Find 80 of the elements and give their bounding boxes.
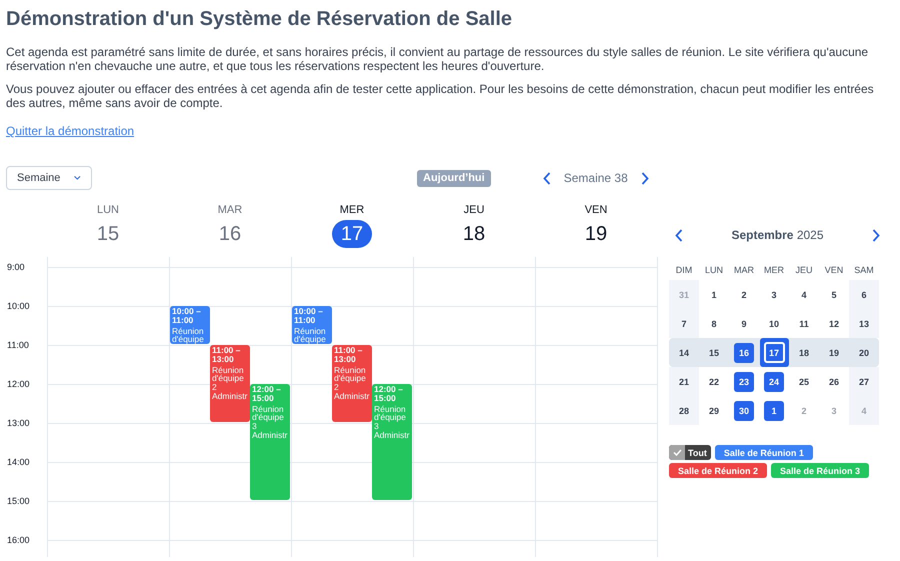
hour-label: 11:00: [7, 340, 29, 350]
calendar-day[interactable]: 20: [854, 342, 874, 362]
calendar-week-row[interactable]: 7 8 9 10 11 12 13: [669, 309, 879, 338]
event-block[interactable]: 11:00 – 13:00 Réunion d'équipe 2 Administr: [332, 345, 372, 422]
hour-label: 9:00: [7, 262, 25, 272]
check-icon: [672, 449, 682, 456]
calendar-day[interactable]: 3: [764, 284, 784, 304]
calendar-day[interactable]: 22: [704, 372, 724, 392]
calendar-day[interactable]: 17: [760, 338, 788, 367]
calendar-day[interactable]: 18: [794, 342, 814, 362]
calendar-day[interactable]: 4: [794, 284, 814, 304]
view-dropdown[interactable]: Semaine: [6, 166, 92, 190]
month-title: Septembre 2025: [731, 228, 824, 242]
event-block[interactable]: 10:00 – 11:00 Réunion d'équipe: [292, 306, 332, 344]
calendar-day[interactable]: 9: [734, 314, 754, 334]
calendar-day[interactable]: 24: [764, 372, 784, 392]
room-filter-chip[interactable]: Salle de Réunion 2: [669, 463, 768, 478]
calendar-day[interactable]: 5: [824, 284, 844, 304]
hour-label: 15:00: [7, 496, 30, 506]
calendar-day[interactable]: 19: [824, 342, 844, 362]
description-paragraph: Cet agenda est paramétré sans limite de durée, et sans horaires précis, il convient au partage de ressources du style salles de réunion. Le site vérifiera qu'aucune réservation n'en chevauche une autre, et que tous les réservations respectent les heures d'ouverture.: [6, 45, 870, 73]
event-block[interactable]: 10:00 – 11:00 Réunion d'équipe: [170, 306, 210, 344]
chevron-left-icon: [542, 172, 551, 184]
calendar-day[interactable]: 10: [764, 314, 784, 334]
event-block[interactable]: 11:00 – 13:00 Réunion d'équipe 2 Administr: [210, 345, 250, 422]
weekday-label: MAR: [733, 265, 755, 275]
all-filter-toggle[interactable]: Tout: [669, 445, 711, 460]
calendar-week-row[interactable]: 28 29 30 1 2 3 4: [669, 396, 879, 425]
hour-label: 13:00: [7, 418, 30, 428]
calendar-day[interactable]: 2: [734, 284, 754, 304]
weekday-label: MAR: [218, 204, 242, 216]
calendar-day[interactable]: 8: [704, 314, 724, 334]
day-number[interactable]: 16: [210, 220, 250, 248]
quit-demo-link[interactable]: Quitter la démonstration: [6, 124, 134, 138]
calendar-day[interactable]: 23: [734, 372, 754, 392]
week-label: Semaine 38: [564, 171, 628, 185]
weekday-label: LUN: [704, 265, 724, 275]
weekday-label: MER: [763, 265, 785, 275]
calendar-day[interactable]: 30: [734, 400, 754, 420]
hour-label: 14:00: [7, 457, 30, 467]
calendar-week-row[interactable]: 14 15 16 17 18 19 20: [669, 338, 879, 367]
chevron-down-icon: [74, 174, 81, 182]
chevron-left-icon: [675, 228, 683, 242]
previous-month-button[interactable]: [675, 228, 683, 242]
calendar-day[interactable]: 11: [794, 314, 814, 334]
calendar-day[interactable]: 1: [704, 284, 724, 304]
calendar-day[interactable]: 25: [794, 372, 814, 392]
day-number[interactable]: 19: [576, 220, 616, 248]
calendar-day[interactable]: 29: [704, 400, 724, 420]
chevron-right-icon: [640, 172, 649, 184]
page-title: Démonstration d'un Système de Réservation de Salle: [6, 8, 514, 31]
day-number[interactable]: 18: [454, 220, 494, 248]
room-filter-chip[interactable]: Salle de Réunion 1: [714, 445, 813, 460]
hour-label: 16:00: [7, 535, 30, 545]
next-week-button[interactable]: [640, 172, 649, 184]
checkbox[interactable]: [669, 445, 685, 460]
weekday-label: DIM: [674, 265, 694, 275]
previous-week-button[interactable]: [542, 172, 551, 184]
calendar-week-row[interactable]: 21 22 23 24 25 26 27: [669, 367, 879, 396]
weekday-label: JEU: [464, 204, 484, 216]
next-month-button[interactable]: [872, 228, 880, 242]
calendar-day[interactable]: 1: [764, 400, 784, 420]
chevron-right-icon: [872, 228, 880, 242]
description-paragraph: Vous pouvez ajouter ou effacer des entrées à cet agenda afin de tester cette application. Pour les besoins de cette démonstration, chacun peut modifier les entrées des autres, même sans avoir de compte.: [6, 82, 875, 110]
weekday-label: LUN: [96, 204, 119, 216]
day-number[interactable]: 15: [88, 220, 128, 248]
calendar-day[interactable]: 26: [824, 372, 844, 392]
calendar-day[interactable]: 15: [704, 342, 724, 362]
day-number[interactable]: 17: [332, 220, 372, 248]
calendar-day[interactable]: 14: [674, 342, 694, 362]
calendar-day[interactable]: 16: [734, 342, 754, 362]
calendar-day[interactable]: 12: [824, 314, 844, 334]
weekday-label: VEN: [584, 204, 608, 216]
weekday-label: MER: [340, 204, 364, 216]
weekday-label: VEN: [824, 265, 844, 275]
weekday-label: JEU: [794, 265, 814, 275]
calendar-week-row[interactable]: 31 1 2 3 4 5 6: [669, 280, 879, 309]
hour-label: 10:00: [7, 301, 30, 311]
hour-label: 12:00: [7, 379, 30, 389]
weekday-label: SAM: [853, 265, 875, 275]
